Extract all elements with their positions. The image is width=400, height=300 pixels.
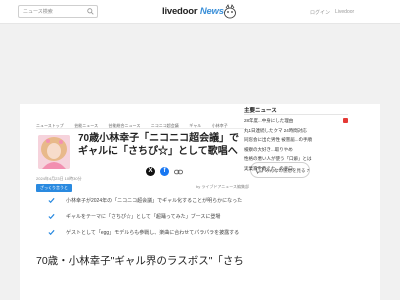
breadcrumb: ニューストップ 芸能ニュース 芸能総合ニュース ニコニコ超会議 ギャル 小林幸子 bbox=[36, 114, 234, 128]
ranking-list: 28年度...中身にした理由 丸1日連続したクマ 24時間対応 同窓会に出た男性… bbox=[244, 118, 348, 175]
ranking-item[interactable]: 検察の大好き...取りやめ bbox=[244, 147, 348, 157]
summary-item: ギャルをテーマに「さちぴ☆」として「超踊ってみた」ブースに登場 bbox=[48, 213, 258, 230]
summary-item: ゲストとして「egg」モデルらも参戦し、楽曲に合わせてパラパラを披露する bbox=[48, 229, 258, 246]
article-source[interactable]: by ライブドアニュース編集部 bbox=[196, 184, 249, 190]
article-date: 2024年4月23日 10時30分 bbox=[36, 176, 82, 181]
x-share-icon[interactable]: X bbox=[146, 167, 155, 176]
divider bbox=[36, 128, 244, 129]
link-share-icon[interactable] bbox=[174, 168, 183, 176]
top-bar: ニュース検索 livedoor News ログイン Livedoor bbox=[0, 0, 400, 24]
ranking-item[interactable]: 丸1日連続したクマ 24時間対応 bbox=[244, 128, 348, 138]
facebook-share-icon[interactable]: f bbox=[160, 167, 169, 176]
search-placeholder: ニュース検索 bbox=[23, 9, 53, 15]
check-icon bbox=[48, 213, 55, 220]
logo-news: News bbox=[199, 6, 224, 17]
ranking-item[interactable]: 同窓会に出た男性 被害届...の手順 bbox=[244, 137, 348, 147]
article-thumbnail[interactable] bbox=[38, 135, 70, 169]
check-icon bbox=[48, 229, 55, 236]
register-link[interactable]: Livedoor bbox=[335, 9, 354, 15]
ranking-item[interactable]: 28年度...中身にした理由 bbox=[244, 118, 348, 128]
thumbnail-image bbox=[38, 135, 70, 169]
ranking-divider bbox=[244, 114, 348, 115]
summary-item: 小林幸子が2024年の「ニコニコ超会議」でギャル化することが明らかになった bbox=[48, 197, 258, 214]
ad-area bbox=[0, 25, 400, 103]
ranking-item[interactable]: 性格の悪い人が使う「口癖」とは bbox=[244, 156, 348, 166]
login-link[interactable]: ログイン bbox=[310, 9, 330, 16]
check-icon bbox=[48, 197, 55, 204]
logo-main: livedoor bbox=[162, 6, 198, 17]
article-lead: 70歳・小林幸子"ギャル界のラスボス"「さち bbox=[36, 255, 244, 267]
new-badge-icon bbox=[343, 118, 348, 123]
summary-list: 小林幸子が2024年の「ニコニコ超会議」でギャル化することが明らかになった ギャ… bbox=[48, 197, 258, 246]
site-logo[interactable]: livedoor News bbox=[162, 6, 224, 17]
ranking-title: 主要ニュース bbox=[244, 108, 277, 114]
mascot-icon bbox=[224, 4, 236, 19]
ranking-item[interactable]: 実業家を教えた...の手口 bbox=[244, 166, 348, 176]
search-icon[interactable] bbox=[87, 8, 94, 15]
summary-badge: ざっくり言うと bbox=[36, 184, 72, 192]
search-input[interactable]: ニュース検索 bbox=[18, 5, 98, 18]
article-title: 70歳小林幸子「ニコニコ超会議」でギャルに「さちぴ☆」として歌唱へ bbox=[78, 133, 240, 157]
